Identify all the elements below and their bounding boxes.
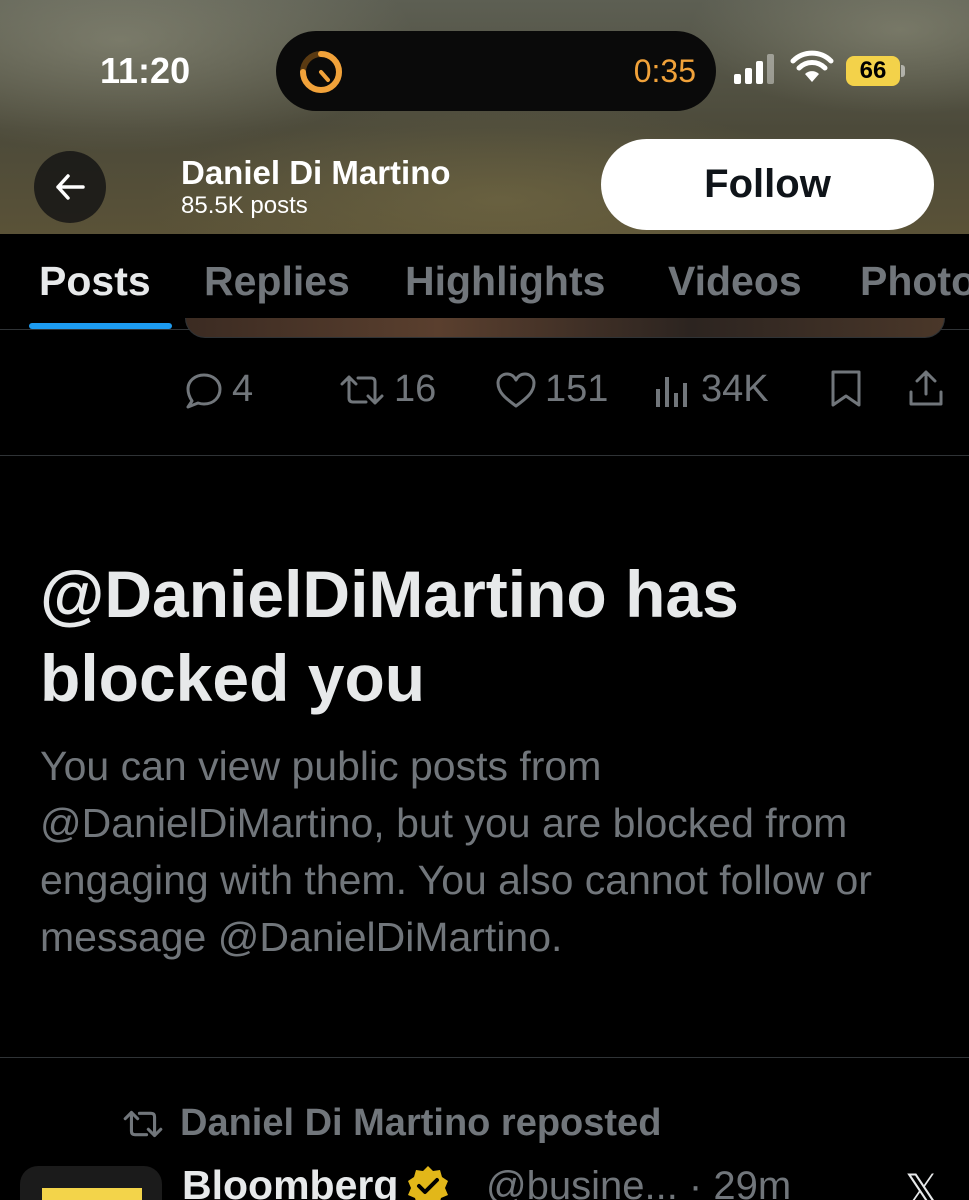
active-tab-indicator	[29, 323, 172, 329]
profile-header: 11:20 0:35 66 Daniel Di Martino 85.5K po…	[0, 0, 969, 234]
post-author[interactable]: Bloomberg	[182, 1162, 450, 1200]
avatar-logo-bar	[42, 1188, 142, 1200]
analytics-icon	[656, 376, 687, 407]
verified-badge-icon	[408, 1165, 449, 1200]
tab-highlights[interactable]: Highlights	[405, 258, 605, 305]
wifi-icon	[790, 50, 834, 82]
post-handle-time: @busine... · 29m	[486, 1164, 792, 1200]
profile-name: Daniel Di Martino	[181, 154, 451, 191]
repost-button[interactable]: 16	[338, 368, 436, 411]
views-button[interactable]: 34K	[653, 368, 769, 411]
battery-tip	[901, 65, 905, 77]
x-logo-icon: 𝕏	[905, 1165, 939, 1200]
bookmark-icon	[831, 370, 861, 407]
status-time: 11:20	[100, 50, 191, 91]
like-button[interactable]: 151	[495, 368, 608, 411]
profile-tabs: Posts Replies Highlights Videos Photos	[0, 234, 969, 330]
heart-icon	[496, 372, 536, 407]
repost-attribution-text: Daniel Di Martino reposted	[180, 1102, 662, 1144]
battery-level: 66	[846, 56, 900, 86]
post-divider	[0, 455, 969, 456]
post-media-image[interactable]	[185, 318, 945, 338]
back-button[interactable]	[34, 151, 106, 223]
post-author-name: Bloomberg	[182, 1162, 399, 1200]
bookmark-button[interactable]	[828, 368, 872, 408]
share-button[interactable]	[906, 368, 954, 408]
follow-button[interactable]: Follow	[601, 139, 934, 230]
tab-photos[interactable]: Photos	[860, 258, 969, 305]
like-count: 151	[545, 368, 609, 410]
repost-attribution: Daniel Di Martino reposted	[120, 1102, 661, 1145]
timer-icon	[300, 51, 342, 93]
tab-posts[interactable]: Posts	[39, 258, 151, 305]
blocked-description: You can view public posts from @DanielDi…	[40, 743, 872, 960]
timer-readout: 0:35	[633, 53, 696, 89]
share-icon	[909, 370, 943, 406]
blocked-heading: @DanielDiMartino has blocked you	[40, 557, 739, 715]
repost-count: 16	[394, 368, 437, 410]
section-divider	[0, 1057, 969, 1058]
view-count: 34K	[701, 368, 769, 410]
profile-post-count: 85.5K posts	[181, 192, 308, 219]
repost-icon	[123, 1110, 163, 1137]
reply-button[interactable]: 4	[184, 368, 253, 411]
tab-videos[interactable]: Videos	[668, 258, 802, 305]
tab-replies[interactable]: Replies	[204, 258, 350, 305]
post-action-bar: 4 16 151 34K	[0, 360, 969, 420]
reply-count: 4	[232, 368, 254, 410]
cellular-signal-icon	[734, 54, 774, 84]
arrow-left-icon	[56, 174, 85, 200]
repost-icon	[340, 375, 384, 404]
reply-icon	[186, 373, 222, 408]
dynamic-island[interactable]: 0:35	[276, 31, 716, 111]
battery-indicator: 66	[846, 56, 906, 86]
avatar[interactable]	[20, 1166, 162, 1200]
